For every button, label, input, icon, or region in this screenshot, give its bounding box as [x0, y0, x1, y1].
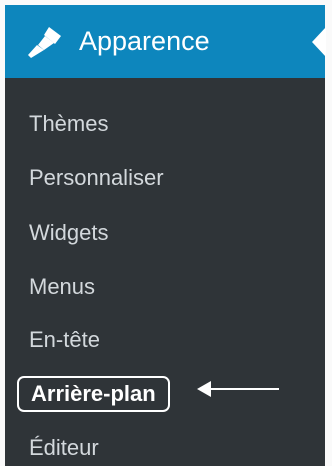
submenu-item-menus[interactable]: Menus [29, 270, 95, 304]
menu-section-title: Apparence [79, 26, 210, 56]
left-arrow-icon [197, 381, 279, 397]
submenu-item-customize[interactable]: Personnaliser [29, 161, 164, 195]
screenshot-frame: Apparence Thèmes Personnaliser Widgets M… [0, 0, 332, 466]
paintbrush-icon [23, 25, 65, 59]
submenu-item-themes[interactable]: Thèmes [29, 107, 108, 141]
submenu-item-editor[interactable]: Éditeur [29, 431, 99, 465]
current-section-indicator-icon [312, 27, 326, 57]
submenu-item-widgets[interactable]: Widgets [29, 216, 108, 250]
submenu-item-background[interactable]: Arrière-plan [17, 376, 170, 412]
submenu-item-header[interactable]: En-tête [29, 323, 100, 357]
menu-item-appearance[interactable]: Apparence [5, 5, 326, 78]
